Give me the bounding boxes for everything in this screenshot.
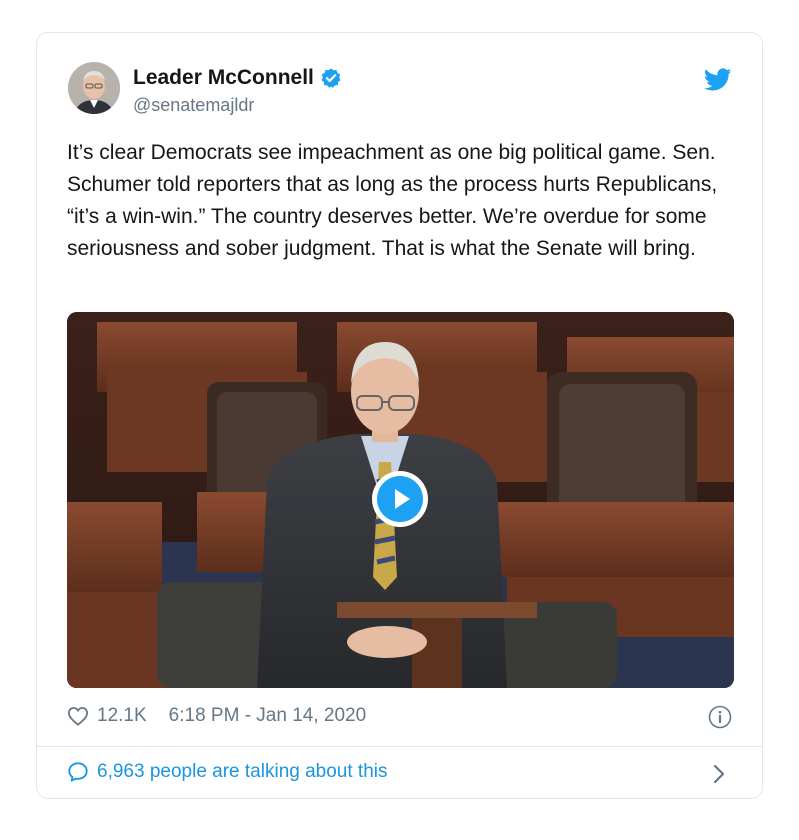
heart-icon[interactable] xyxy=(67,706,89,726)
info-icon[interactable] xyxy=(708,705,732,729)
author-handle[interactable]: @senatemajldr xyxy=(133,95,254,116)
talking-link[interactable]: 6,963 people are talking about this xyxy=(67,761,388,783)
chat-bubble-icon xyxy=(67,761,89,783)
author-name-label[interactable]: Leader McConnell xyxy=(133,66,314,90)
avatar[interactable] xyxy=(68,62,120,114)
verified-badge-icon xyxy=(320,67,342,89)
like-count[interactable]: 12.1K xyxy=(97,705,147,727)
play-icon[interactable] xyxy=(370,469,430,529)
author-name[interactable]: Leader McConnell xyxy=(133,66,342,90)
tweet-card: Leader McConnell @senatemajldr It’s clea… xyxy=(36,32,763,799)
tweet-text: It’s clear Democrats see impeachment as … xyxy=(67,141,718,260)
video-player[interactable] xyxy=(67,312,734,688)
tweet-meta: 12.1K 6:18 PM - Jan 14, 2020 xyxy=(67,705,366,727)
chevron-right-icon[interactable] xyxy=(712,763,726,785)
twitter-bird-icon[interactable] xyxy=(704,68,732,92)
divider xyxy=(37,746,762,747)
tweet-timestamp[interactable]: 6:18 PM - Jan 14, 2020 xyxy=(169,705,367,727)
talking-count[interactable]: 6,963 people are talking about this xyxy=(97,761,388,783)
